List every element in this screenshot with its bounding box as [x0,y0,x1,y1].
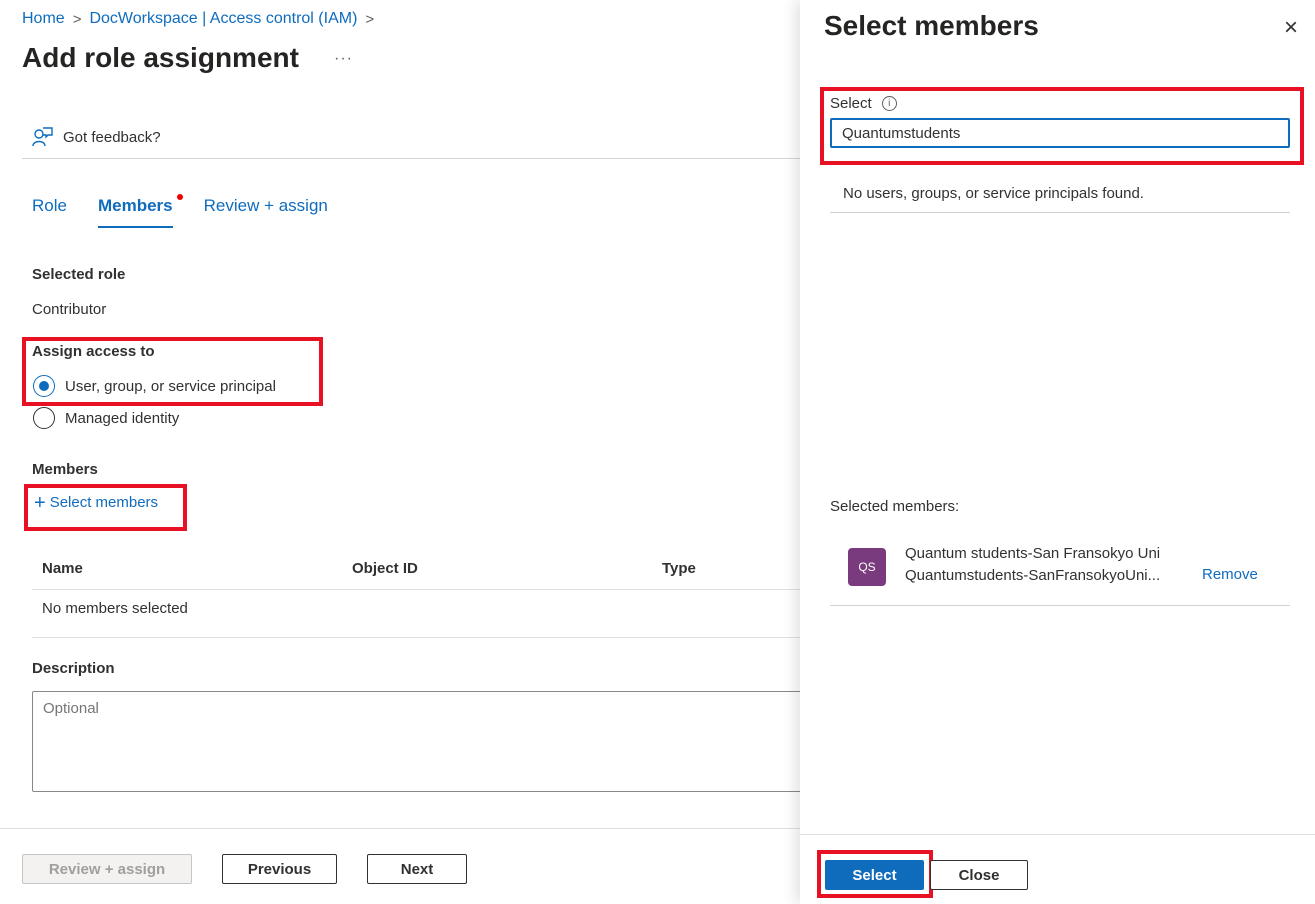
no-results-text: No users, groups, or service principals … [843,185,1144,202]
select-label-text: Select [830,95,872,112]
required-dot-icon [176,194,183,200]
description-input[interactable] [32,691,822,792]
chevron-right-icon: > [365,10,375,28]
wizard-tabs: Role Members Review + assign [32,194,328,228]
panel-footer-divider [800,834,1315,835]
close-button[interactable]: Close [930,860,1028,890]
chevron-right-icon: > [72,10,82,28]
breadcrumb: Home > DocWorkspace | Access control (IA… [22,10,374,28]
radio-user-group-sp[interactable]: User, group, or service principal [33,375,276,397]
selected-role-value: Contributor [32,301,107,318]
tab-review-assign[interactable]: Review + assign [204,196,328,228]
column-name: Name [42,560,83,577]
tab-members[interactable]: Members [97,194,183,228]
assign-access-label: Assign access to [32,343,155,360]
member-id: Quantumstudents-SanFransokyoUni... [905,567,1161,584]
info-icon[interactable]: i [881,96,897,111]
selected-member-item: QS Quantum students-San Fransokyo Uni Qu… [848,545,1260,589]
select-field-label: Select i [830,95,897,112]
select-button[interactable]: Select [825,860,924,890]
breadcrumb-home[interactable]: Home [22,10,65,28]
toolbar-divider [22,158,800,159]
description-label: Description [32,660,115,677]
tab-role-label: Role [32,196,67,215]
avatar: QS [848,548,886,586]
page-title: Add role assignment [22,42,299,73]
select-members-label: Select members [49,494,159,511]
members-table-header: Name Object ID Type [32,552,800,590]
select-members-panel: Select members × Select i No users, grou… [800,0,1315,904]
selected-members-label: Selected members: [830,498,960,515]
column-type: Type [662,560,696,577]
column-object-id: Object ID [352,560,418,577]
results-divider [830,212,1290,213]
radio-unselected-icon [33,407,55,429]
review-assign-button[interactable]: Review + assign [22,854,192,884]
feedback-label: Got feedback? [63,128,161,146]
select-members-link[interactable]: + Select members [34,491,159,514]
member-name: Quantum students-San Fransokyo Uni [905,545,1161,562]
breadcrumb-iam[interactable]: DocWorkspace | Access control (IAM) [89,10,357,28]
radio-selected-icon [33,375,55,397]
panel-title: Select members [824,10,1039,41]
feedback-icon [32,127,53,147]
next-button[interactable]: Next [367,854,467,884]
tab-members-label: Members [97,196,173,215]
radio-label: Managed identity [65,409,180,427]
radio-managed-identity[interactable]: Managed identity [33,407,179,429]
close-icon[interactable]: × [1284,14,1298,42]
radio-label: User, group, or service principal [65,377,276,395]
tab-review-label: Review + assign [203,196,328,215]
member-divider [830,605,1290,606]
remove-member-link[interactable]: Remove [1202,566,1258,583]
members-label: Members [32,461,98,478]
footer-divider [0,828,800,829]
table-empty-text: No members selected [42,600,188,617]
plus-icon: + [34,491,46,514]
tab-role[interactable]: Role [32,196,67,228]
table-divider [32,637,800,638]
feedback-button[interactable]: Got feedback? [31,126,161,148]
selected-role-label: Selected role [32,266,126,283]
previous-button[interactable]: Previous [222,854,337,884]
more-options-icon[interactable]: ··· [334,50,353,68]
member-search-input[interactable] [830,118,1290,148]
